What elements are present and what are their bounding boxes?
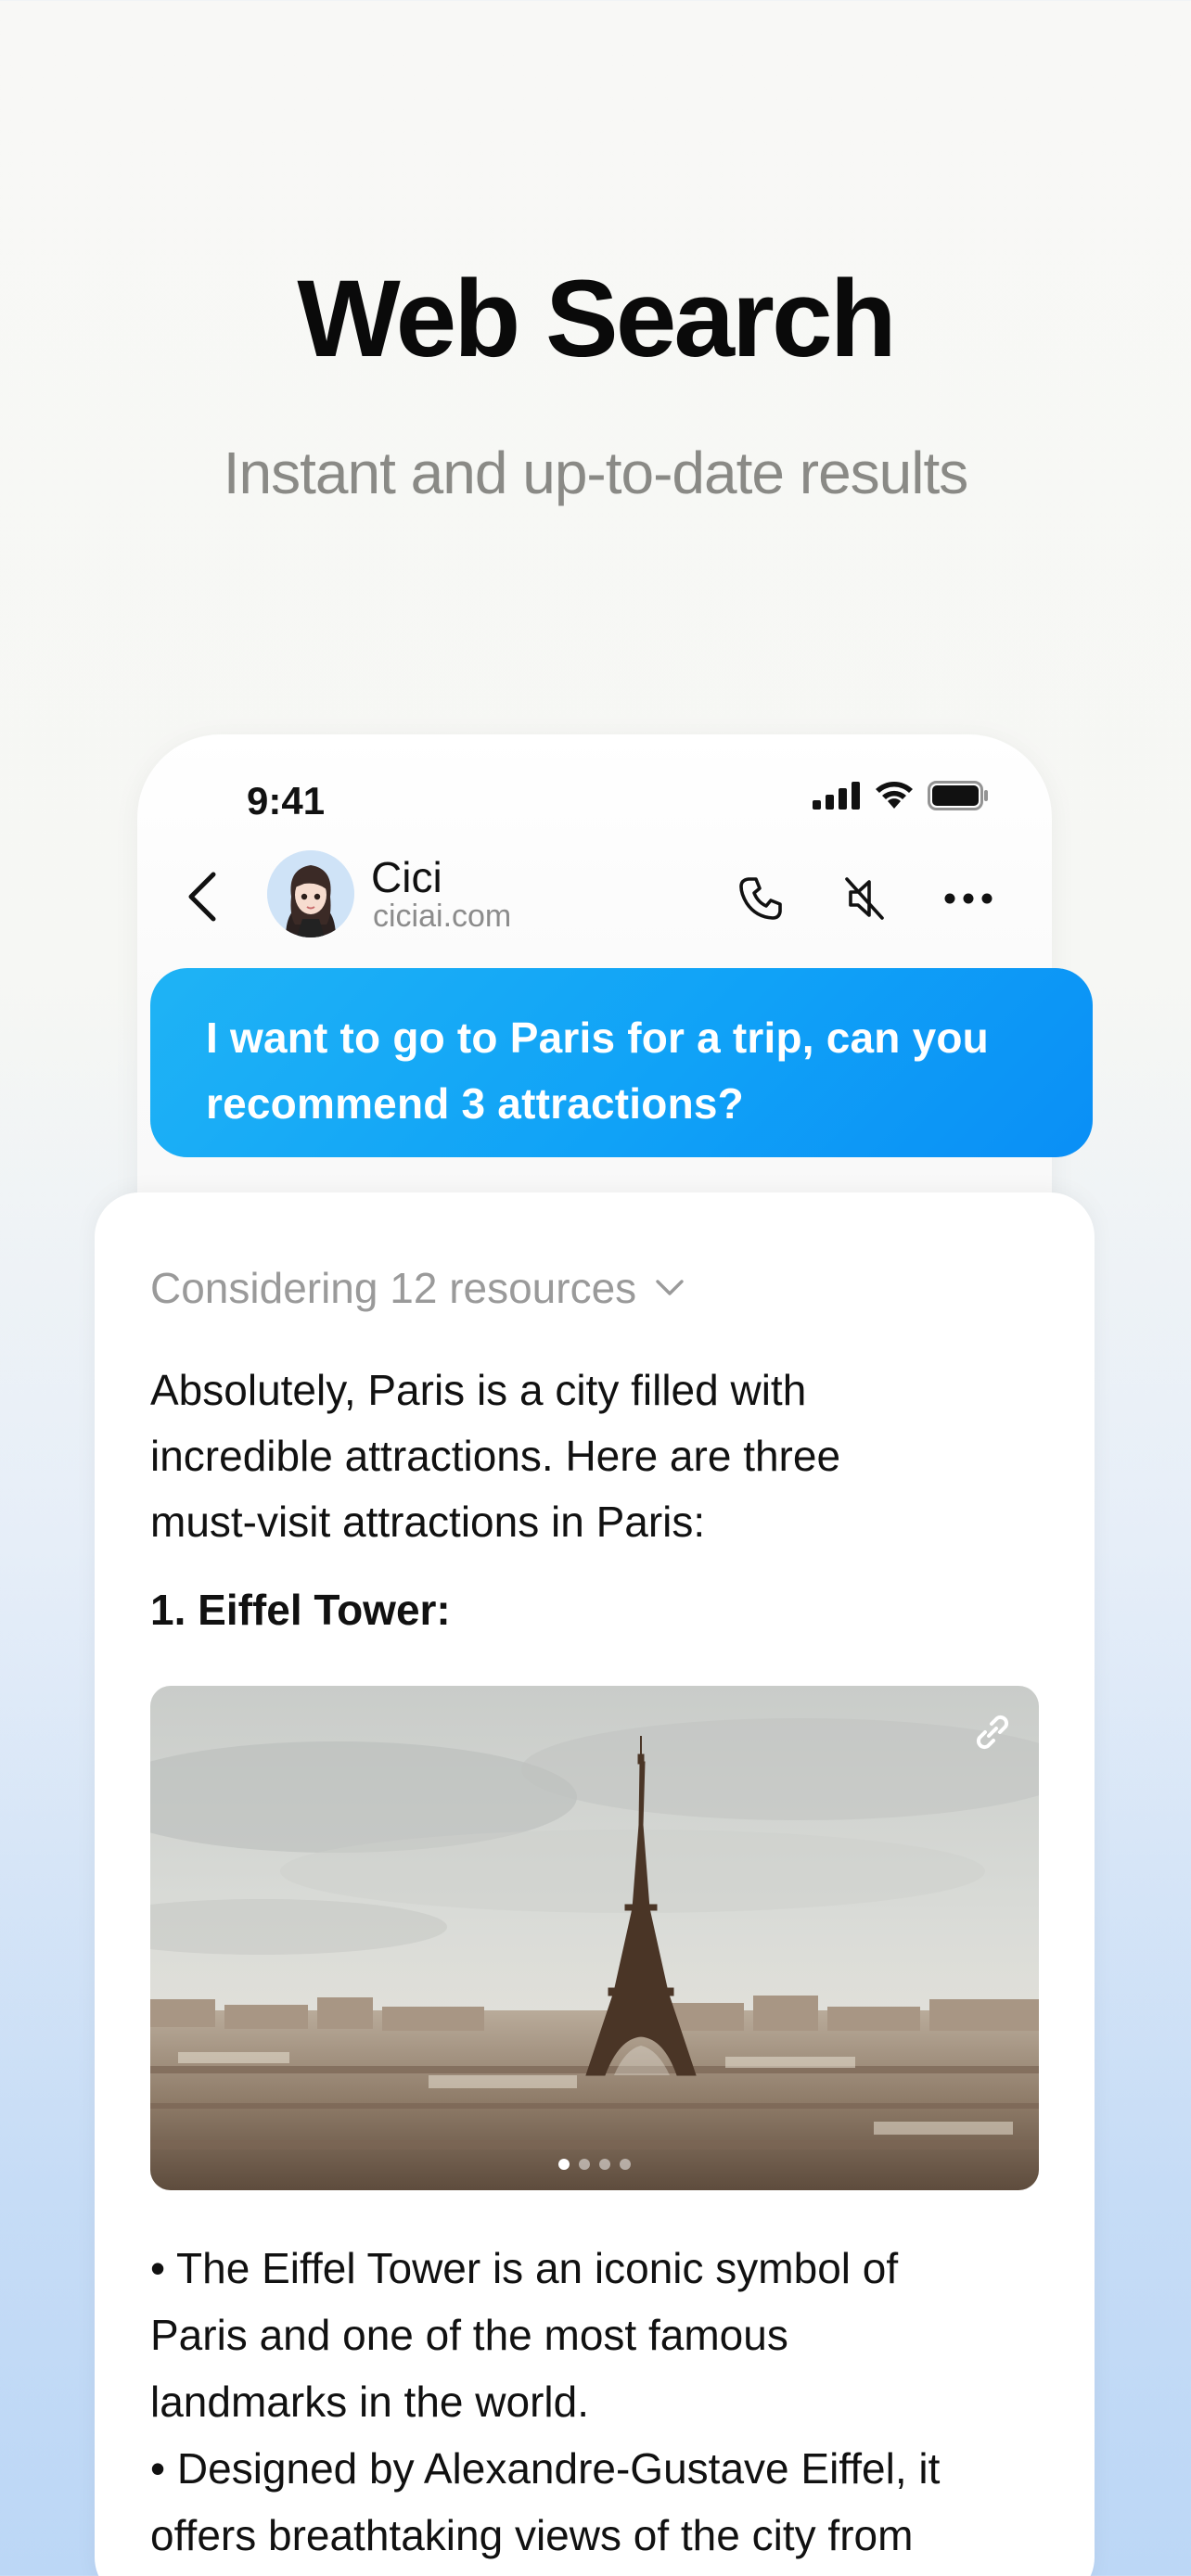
phone-icon xyxy=(739,877,782,920)
carousel-dot[interactable] xyxy=(558,2159,570,2170)
detail-line: • The Eiffel Tower is an iconic symbol o… xyxy=(150,2244,899,2292)
bot-name[interactable]: Cici xyxy=(371,852,442,902)
eiffel-tower-photo[interactable] xyxy=(150,1686,1039,2190)
call-button[interactable] xyxy=(731,869,790,928)
back-button[interactable] xyxy=(174,869,230,925)
user-message-line: recommend 3 attractions? xyxy=(206,1079,744,1128)
battery-icon xyxy=(928,781,988,810)
considering-resources-toggle[interactable]: Considering 12 resources xyxy=(150,1263,685,1313)
detail-line: offers breathtaking views of the city fr… xyxy=(150,2511,914,2559)
answer-card: Considering 12 resources Absolutely, Par… xyxy=(95,1192,1095,2576)
wifi-icon xyxy=(876,782,913,809)
bot-domain: ciciai.com xyxy=(373,899,512,934)
link-icon[interactable] xyxy=(967,1706,1018,1758)
answer-line: Absolutely, Paris is a city filled with xyxy=(150,1366,807,1414)
cellular-signal-icon xyxy=(813,782,860,810)
carousel-dot[interactable] xyxy=(599,2159,610,2170)
eiffel-tower-image xyxy=(150,1686,1039,2190)
detail-line: • Designed by Alexandre-Gustave Eiffel, … xyxy=(150,2444,941,2493)
detail-line: Paris and one of the most famous xyxy=(150,2311,788,2359)
avatar[interactable] xyxy=(267,850,354,937)
answer-intro: Absolutely, Paris is a city filled with … xyxy=(150,1358,1059,1555)
carousel-dot[interactable] xyxy=(579,2159,590,2170)
more-button[interactable] xyxy=(939,869,998,928)
status-icons xyxy=(813,781,989,810)
hero-subtitle: Instant and up-to-date results xyxy=(223,440,969,506)
considering-label: Considering 12 resources xyxy=(150,1264,637,1312)
status-time: 9:41 xyxy=(247,779,326,823)
detail-line: landmarks in the world. xyxy=(150,2378,589,2426)
back-arrow-icon xyxy=(188,872,216,922)
hero-title: Web Search xyxy=(297,258,896,380)
chevron-down-icon xyxy=(656,1280,684,1295)
speaker-muted-icon xyxy=(845,877,884,920)
answer-line: must-visit attractions in Paris: xyxy=(150,1498,706,1546)
attraction-heading: 1. Eiffel Tower: xyxy=(150,1586,451,1634)
more-icon xyxy=(944,893,992,904)
chat-header: Cici ciciai.com xyxy=(137,850,1052,943)
attraction-details: • The Eiffel Tower is an iconic symbol o… xyxy=(150,2235,1078,2569)
mute-button[interactable] xyxy=(835,869,894,928)
carousel-indicator xyxy=(150,2159,1039,2170)
user-message-line: I want to go to Paris for a trip, can yo… xyxy=(206,1014,989,1062)
user-message-bubble[interactable]: I want to go to Paris for a trip, can yo… xyxy=(150,968,1093,1157)
carousel-dot[interactable] xyxy=(620,2159,631,2170)
avatar-image xyxy=(267,850,354,937)
answer-line: incredible attractions. Here are three xyxy=(150,1432,841,1480)
